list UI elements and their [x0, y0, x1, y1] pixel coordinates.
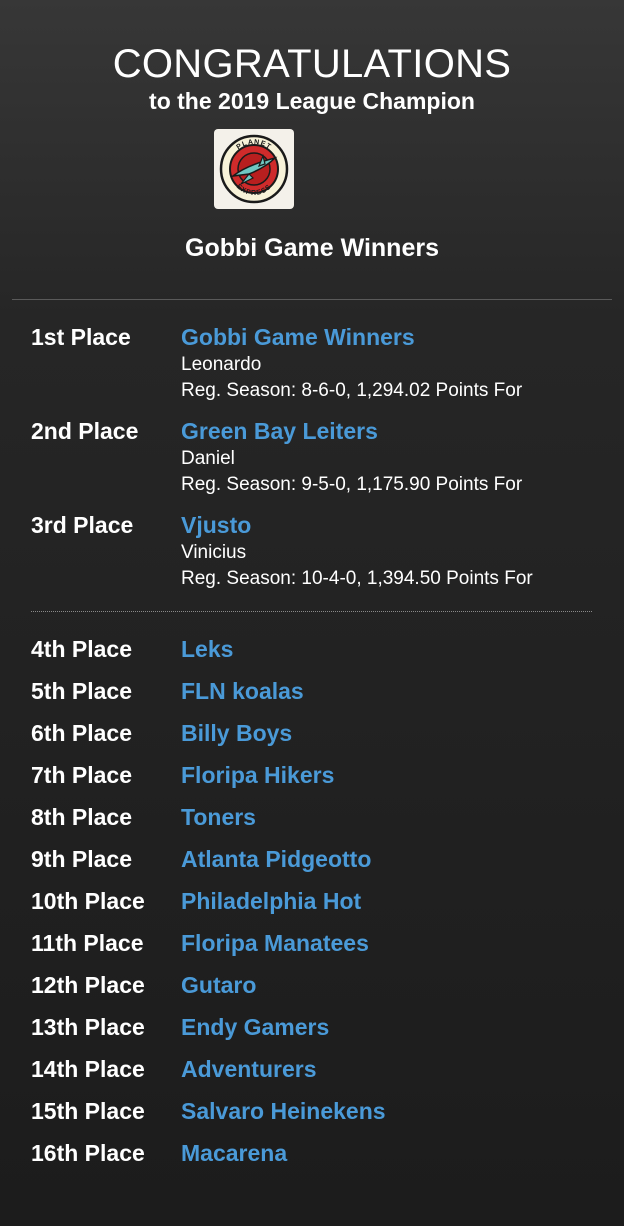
podium-row-2: 2nd Place Green Bay Leiters Daniel Reg. …	[31, 416, 611, 498]
standings-list: 4th Place Leks 5th Place FLN koalas 6th …	[31, 634, 611, 1180]
team-link[interactable]: FLN koalas	[181, 676, 304, 706]
podium-info: Vjusto Vinicius Reg. Season: 10-4-0, 1,3…	[181, 510, 533, 592]
place-label: 9th Place	[31, 846, 132, 872]
standings-row: 10th Place Philadelphia Hot	[31, 886, 611, 928]
place-label: 15th Place	[31, 1098, 145, 1124]
team-link[interactable]: Adventurers	[181, 1054, 316, 1084]
team-link[interactable]: Gobbi Game Winners	[181, 322, 522, 352]
planet-express-logo-icon: PLANET EXPRESS	[219, 134, 289, 204]
place-label: 5th Place	[31, 678, 132, 704]
standings-row: 16th Place Macarena	[31, 1138, 611, 1180]
place-label: 10th Place	[31, 888, 145, 914]
champion-header: CONGRATULATIONS to the 2019 League Champ…	[0, 0, 624, 263]
owner-name: Leonardo	[181, 354, 262, 375]
standings-row: 15th Place Salvaro Heinekens	[31, 1096, 611, 1138]
team-link[interactable]: Floripa Manatees	[181, 928, 369, 958]
owner-name: Vinicius	[181, 542, 247, 563]
team-link[interactable]: Gutaro	[181, 970, 256, 1000]
team-link[interactable]: Vjusto	[181, 510, 533, 540]
standings-row: 14th Place Adventurers	[31, 1054, 611, 1096]
place-label: 6th Place	[31, 720, 132, 746]
team-link[interactable]: Leks	[181, 634, 233, 664]
team-link[interactable]: Toners	[181, 802, 256, 832]
standings-row: 11th Place Floripa Manatees	[31, 928, 611, 970]
standings-row: 4th Place Leks	[31, 634, 611, 676]
podium-info: Green Bay Leiters Daniel Reg. Season: 9-…	[181, 416, 522, 498]
podium-row-1: 1st Place Gobbi Game Winners Leonardo Re…	[31, 322, 611, 404]
season-record: Reg. Season: 9-5-0, 1,175.90 Points For	[181, 474, 523, 495]
season-record: Reg. Season: 10-4-0, 1,394.50 Points For	[181, 568, 533, 589]
podium-info: Gobbi Game Winners Leonardo Reg. Season:…	[181, 322, 522, 404]
team-link[interactable]: Billy Boys	[181, 718, 292, 748]
place-label: 3rd Place	[31, 512, 134, 538]
team-link[interactable]: Philadelphia Hot	[181, 886, 361, 916]
owner-name: Daniel	[181, 448, 235, 469]
standings-row: 9th Place Atlanta Pidgeotto	[31, 844, 611, 886]
standings-row: 8th Place Toners	[31, 802, 611, 844]
place-label: 13th Place	[31, 1014, 145, 1040]
podium-list: 1st Place Gobbi Game Winners Leonardo Re…	[31, 322, 611, 604]
team-link[interactable]: Green Bay Leiters	[181, 416, 522, 446]
place-label: 4th Place	[31, 636, 132, 662]
place-label: 14th Place	[31, 1056, 145, 1082]
header-divider	[12, 299, 612, 300]
champion-subheadline: to the 2019 League Champion	[149, 88, 475, 114]
team-link[interactable]: Atlanta Pidgeotto	[181, 844, 371, 874]
champion-team-name: Gobbi Game Winners	[185, 234, 439, 262]
team-link[interactable]: Macarena	[181, 1138, 287, 1168]
team-link[interactable]: Floripa Hikers	[181, 760, 334, 790]
standings-row: 7th Place Floripa Hikers	[31, 760, 611, 802]
place-label: 8th Place	[31, 804, 132, 830]
place-label: 12th Place	[31, 972, 145, 998]
congratulations-headline: CONGRATULATIONS	[112, 42, 512, 86]
standings-row: 13th Place Endy Gamers	[31, 1012, 611, 1054]
team-logo: PLANET EXPRESS	[214, 129, 294, 209]
place-label: 16th Place	[31, 1140, 145, 1166]
standings-row: 12th Place Gutaro	[31, 970, 611, 1012]
standings-row: 5th Place FLN koalas	[31, 676, 611, 718]
place-label: 11th Place	[31, 930, 144, 956]
standings-row: 6th Place Billy Boys	[31, 718, 611, 760]
place-label: 1st Place	[31, 324, 131, 350]
place-label: 7th Place	[31, 762, 132, 788]
team-link[interactable]: Endy Gamers	[181, 1012, 329, 1042]
place-label: 2nd Place	[31, 418, 139, 444]
team-link[interactable]: Salvaro Heinekens	[181, 1096, 386, 1126]
season-record: Reg. Season: 8-6-0, 1,294.02 Points For	[181, 380, 523, 401]
podium-row-3: 3rd Place Vjusto Vinicius Reg. Season: 1…	[31, 510, 611, 592]
podium-divider	[31, 611, 592, 612]
